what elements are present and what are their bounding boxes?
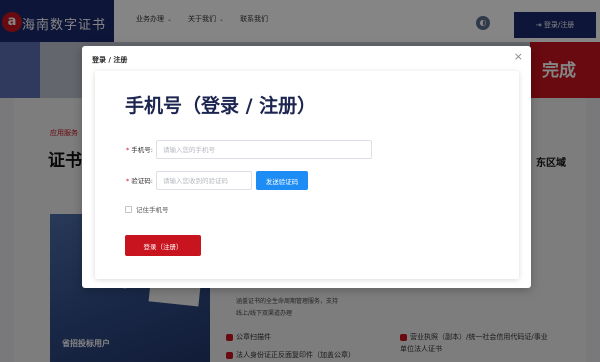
form-heading: 手机号（登录 / 注册） — [125, 95, 317, 117]
close-icon[interactable]: × — [514, 51, 523, 63]
required-marker: * — [126, 177, 130, 185]
checkbox-icon[interactable] — [125, 205, 132, 213]
required-marker: * — [126, 146, 130, 154]
send-code-button[interactable]: 发送验证码 — [256, 171, 308, 190]
code-label: * 验证码: — [126, 177, 153, 185]
login-form-panel: 手机号（登录 / 注册） *手机号: *验证码: 发送验证码 记住手机号 登录（… — [95, 71, 519, 279]
verification-code-input[interactable] — [156, 171, 252, 190]
phone-input[interactable] — [156, 140, 372, 159]
remember-phone-checkbox[interactable]: 记住手机号 — [125, 204, 169, 214]
login-submit-button[interactable]: 登录（注册） — [125, 235, 201, 256]
modal-title: 登录 / 注册 — [92, 56, 128, 64]
login-modal: 登录 / 注册 × 手机号（登录 / 注册） *手机号: *验证码: 发送验证码… — [82, 46, 531, 288]
phone-label: * 手机号: — [126, 146, 153, 154]
